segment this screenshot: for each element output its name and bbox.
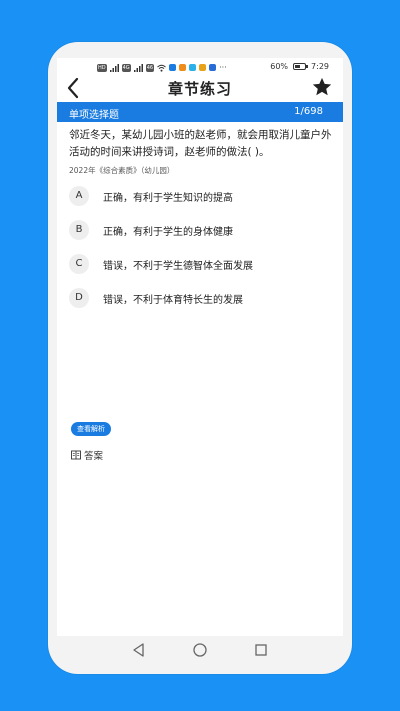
battery-percent: 60% xyxy=(270,62,289,71)
question-source: 2022年《综合素质》（幼儿园） xyxy=(69,166,175,175)
signal-icon-2 xyxy=(133,63,143,72)
recents-square-icon xyxy=(255,644,267,656)
signal-icon xyxy=(109,63,119,72)
question-type-label: 单项选择题 xyxy=(69,110,119,121)
page-title: 章节练习 xyxy=(167,80,232,98)
back-triangle-icon xyxy=(133,643,144,657)
option-text: 错误，不利于体育特长生的发展 xyxy=(103,294,243,306)
app-notification-icon-2 xyxy=(179,64,187,71)
system-home-button[interactable] xyxy=(192,642,208,658)
star-icon xyxy=(312,77,332,96)
option-c[interactable]: C 错误，不利于学生德智体全面发展 xyxy=(69,247,329,281)
network-badge: 4G xyxy=(121,63,131,72)
app-header: 章节练习 xyxy=(57,76,343,100)
wifi-icon xyxy=(157,64,166,72)
question-type-bar: 单项选择题 1/698 xyxy=(57,102,343,122)
options-list: A 正确，有利于学生知识的提高 B 正确，有利于学生的身体健康 C 错误，不利于… xyxy=(69,179,329,315)
question-progress: 1/698 xyxy=(294,106,323,117)
option-letter: B xyxy=(69,220,89,240)
option-letter: A xyxy=(69,186,89,206)
app-screen: HD 4G 46 ··· 60% 7:29 章节练习 单项选择题 1/698 邻… xyxy=(57,58,343,636)
system-recents-button[interactable] xyxy=(253,642,269,658)
answer-section[interactable]: 答案 xyxy=(71,448,103,462)
option-text: 正确，有利于学生的身体健康 xyxy=(103,226,233,238)
book-icon xyxy=(71,450,81,460)
clock: 7:29 xyxy=(311,62,329,71)
view-analysis-button[interactable]: 查看解析 xyxy=(71,422,111,436)
app-notification-icon-3 xyxy=(189,64,197,71)
status-icons-left: HD 4G 46 ··· xyxy=(97,63,227,72)
question-text: 邻近冬天，某幼儿园小班的赵老师，就会用取消儿童户外活动的时间来讲授诗词，赵老师的… xyxy=(69,129,332,158)
option-text: 正确，有利于学生知识的提高 xyxy=(103,192,233,204)
network-badge-2: 46 xyxy=(145,63,155,72)
answer-label: 答案 xyxy=(84,451,104,462)
hd-badge: HD xyxy=(97,63,107,72)
app-notification-icon-4 xyxy=(199,64,207,71)
app-notification-icon-1 xyxy=(169,64,177,71)
option-d[interactable]: D 错误，不利于体育特长生的发展 xyxy=(69,281,329,315)
option-letter: D xyxy=(69,288,89,308)
option-letter: C xyxy=(69,254,89,274)
system-back-button[interactable] xyxy=(131,642,147,658)
home-circle-icon xyxy=(193,643,207,657)
option-text: 错误，不利于学生德智体全面发展 xyxy=(103,260,253,272)
system-nav-bar xyxy=(57,636,343,664)
battery-icon xyxy=(293,63,309,70)
favorite-button[interactable] xyxy=(311,76,337,100)
option-b[interactable]: B 正确，有利于学生的身体健康 xyxy=(69,213,329,247)
more-notifications: ··· xyxy=(219,63,227,72)
option-a[interactable]: A 正确，有利于学生知识的提高 xyxy=(69,179,329,213)
app-notification-icon-5 xyxy=(209,64,217,71)
status-icons-right: 60% 7:29 xyxy=(270,62,329,71)
status-bar: HD 4G 46 ··· 60% 7:29 xyxy=(57,58,343,76)
